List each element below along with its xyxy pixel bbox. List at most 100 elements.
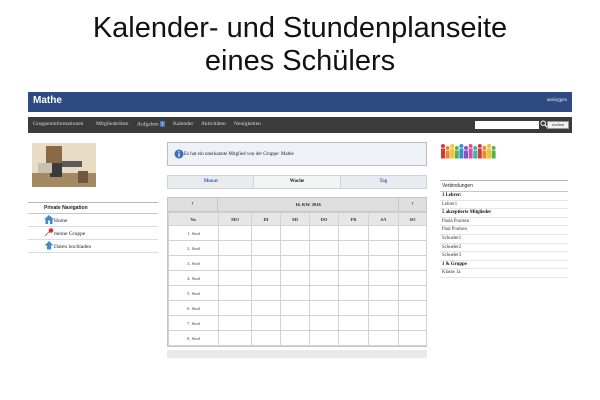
timetable-cell[interactable]: [218, 330, 252, 346]
nav-item-aktivitaeten[interactable]: Aktivitäten: [201, 121, 226, 127]
timetable-row: 6. Stnd: [168, 300, 427, 316]
timetable-header-row: Nr. MO DI MI DO FR SA SO: [168, 212, 427, 226]
timetable-cell[interactable]: [309, 315, 339, 331]
timetable-cell[interactable]: [309, 240, 339, 256]
private-navigation-title: Private Navigation: [28, 202, 158, 214]
logout-link[interactable]: ausloggen: [547, 98, 567, 103]
timetable-cell[interactable]: [309, 330, 339, 346]
timetable-cell[interactable]: [309, 225, 339, 241]
timetable-cell[interactable]: [218, 300, 252, 316]
timetable-cell[interactable]: [280, 330, 310, 346]
timetable-cell[interactable]: [338, 270, 369, 286]
timetable-cell[interactable]: [251, 270, 281, 286]
nav-item-gruppeninformationen[interactable]: Gruppeninformationen: [33, 121, 83, 127]
tab-monat[interactable]: Monat: [168, 176, 253, 188]
timetable-cell[interactable]: [368, 240, 399, 256]
timetable-cell[interactable]: [218, 270, 252, 286]
person-figure: [441, 144, 445, 159]
nav-item-mitgliederliste[interactable]: Mitgliederliste: [96, 121, 128, 127]
search-button[interactable]: suchen: [547, 121, 569, 129]
nav-item-kalender[interactable]: Kalender: [173, 121, 193, 127]
header-di: DI: [251, 212, 281, 226]
timetable-cell[interactable]: [218, 315, 252, 331]
header-fr: FR: [338, 212, 369, 226]
person-figure: [464, 146, 468, 159]
person-figure: [450, 144, 455, 159]
timetable-cell[interactable]: [309, 300, 339, 316]
timetable-cell[interactable]: [251, 285, 281, 301]
hour-label: 6. Stnd: [168, 300, 219, 316]
timetable-cell[interactable]: [251, 300, 281, 316]
private-nav-home[interactable]: Home: [28, 214, 158, 227]
group-picture: [441, 144, 496, 159]
tab-woche[interactable]: Woche: [253, 176, 340, 188]
connection-item[interactable]: Paula Poulsen: [440, 218, 568, 227]
connection-item[interactable]: Klasse 1a: [440, 269, 568, 278]
timetable-cell[interactable]: [280, 255, 310, 271]
week-navigation: ‹ 16. KW. 2016 ›: [168, 198, 426, 212]
timetable-cell[interactable]: [338, 255, 369, 271]
timetable-cell[interactable]: [368, 270, 399, 286]
timetable-cell[interactable]: [368, 315, 399, 331]
timetable-cell[interactable]: [338, 240, 369, 256]
connections-title: Verbindungen: [440, 180, 568, 192]
timetable-cell[interactable]: [280, 225, 310, 241]
timetable-cell[interactable]: [218, 255, 252, 271]
timetable-cell[interactable]: [398, 285, 427, 301]
timetable-cell[interactable]: [251, 225, 281, 241]
timetable-row: 1. Stnd: [168, 225, 427, 241]
timetable-cell[interactable]: [368, 255, 399, 271]
timetable-cell[interactable]: [218, 240, 252, 256]
private-nav-meine-gruppe[interactable]: meine Gruppe: [28, 227, 158, 240]
private-nav-daten-hochladen[interactable]: Daten hochladen: [28, 240, 158, 253]
timetable-cell[interactable]: [309, 285, 339, 301]
previous-week-button[interactable]: ‹: [168, 198, 218, 211]
timetable-cell[interactable]: [338, 315, 369, 331]
timetable-cell[interactable]: [398, 240, 427, 256]
timetable-cell[interactable]: [251, 240, 281, 256]
timetable-cell[interactable]: [398, 270, 427, 286]
nav-item-aufgaben-label: Aufgaben: [137, 121, 159, 128]
search-input[interactable]: [475, 121, 539, 129]
timetable-cell[interactable]: [398, 255, 427, 271]
timetable-cell[interactable]: [368, 285, 399, 301]
timetable-cell[interactable]: [368, 225, 399, 241]
timetable-cell[interactable]: [309, 255, 339, 271]
timetable-cell[interactable]: [338, 285, 369, 301]
timetable-cell[interactable]: [280, 270, 310, 286]
timetable-cell[interactable]: [398, 225, 427, 241]
timetable-cell[interactable]: [368, 330, 399, 346]
connection-item[interactable]: Schueler3: [440, 252, 568, 261]
connections-group-heading: 5 akzeptierte Mitglieder: [440, 209, 568, 218]
timetable-cell[interactable]: [368, 300, 399, 316]
tab-tag[interactable]: Tag: [339, 176, 426, 188]
timetable-cell[interactable]: [398, 315, 427, 331]
timetable-cell[interactable]: [218, 225, 252, 241]
timetable-grid: Nr. MO DI MI DO FR SA SO 1. Stnd 2. Stnd 3…: [168, 212, 427, 346]
timetable-cell[interactable]: [251, 255, 281, 271]
timetable-cell[interactable]: [251, 315, 281, 331]
connection-item[interactable]: Lehrer1: [440, 201, 568, 210]
timetable-cell[interactable]: [309, 270, 339, 286]
person-figure: [459, 144, 464, 159]
header-so: SO: [398, 212, 427, 226]
connection-item[interactable]: Paul Poulsen: [440, 226, 568, 235]
timetable-cell[interactable]: [338, 225, 369, 241]
nav-item-neuigkeiten[interactable]: Neuigkeiten: [234, 121, 261, 127]
timetable-cell[interactable]: [280, 285, 310, 301]
timetable-cell[interactable]: [338, 300, 369, 316]
connection-item[interactable]: Schueler2: [440, 244, 568, 253]
timetable-cell[interactable]: [218, 285, 252, 301]
hour-label: 7. Stnd: [168, 315, 219, 331]
timetable-cell[interactable]: [280, 315, 310, 331]
slide-title-line-1: Kalender- und Stundenplanseite: [92, 12, 508, 44]
nav-item-aufgaben[interactable]: Aufgaben 2: [137, 121, 165, 127]
connection-item[interactable]: Schueler1: [440, 235, 568, 244]
timetable-cell[interactable]: [280, 300, 310, 316]
timetable-cell[interactable]: [280, 240, 310, 256]
timetable-cell[interactable]: [398, 330, 427, 346]
next-week-button[interactable]: ›: [398, 198, 426, 211]
timetable-cell[interactable]: [251, 330, 281, 346]
timetable-cell[interactable]: [338, 330, 369, 346]
timetable-cell[interactable]: [398, 300, 427, 316]
